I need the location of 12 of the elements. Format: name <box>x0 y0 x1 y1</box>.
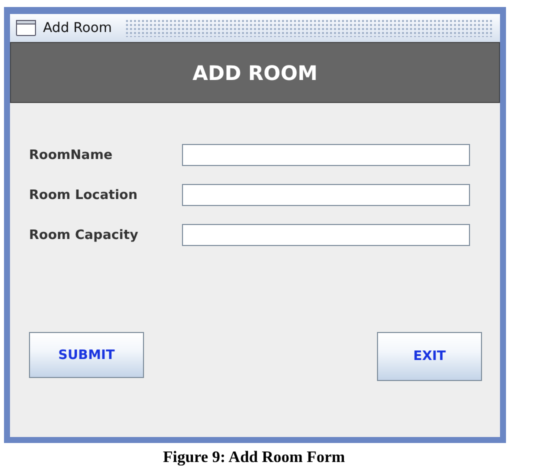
input-field[interactable] <box>182 224 470 246</box>
input-field[interactable] <box>182 184 470 206</box>
input-field[interactable] <box>182 144 470 166</box>
submit-button[interactable]: SUBMIT <box>29 332 144 378</box>
exit-button[interactable]: EXIT <box>377 332 482 381</box>
field-label: Room Capacity <box>29 228 140 242</box>
window-title: Add Room <box>43 20 112 36</box>
window-icon <box>16 20 36 36</box>
figure-caption: Figure 9: Add Room Form <box>162 449 346 467</box>
field-label: RoomName <box>29 148 114 162</box>
form-heading: ADD ROOM <box>192 60 318 84</box>
field-label: Room Location <box>29 188 138 202</box>
